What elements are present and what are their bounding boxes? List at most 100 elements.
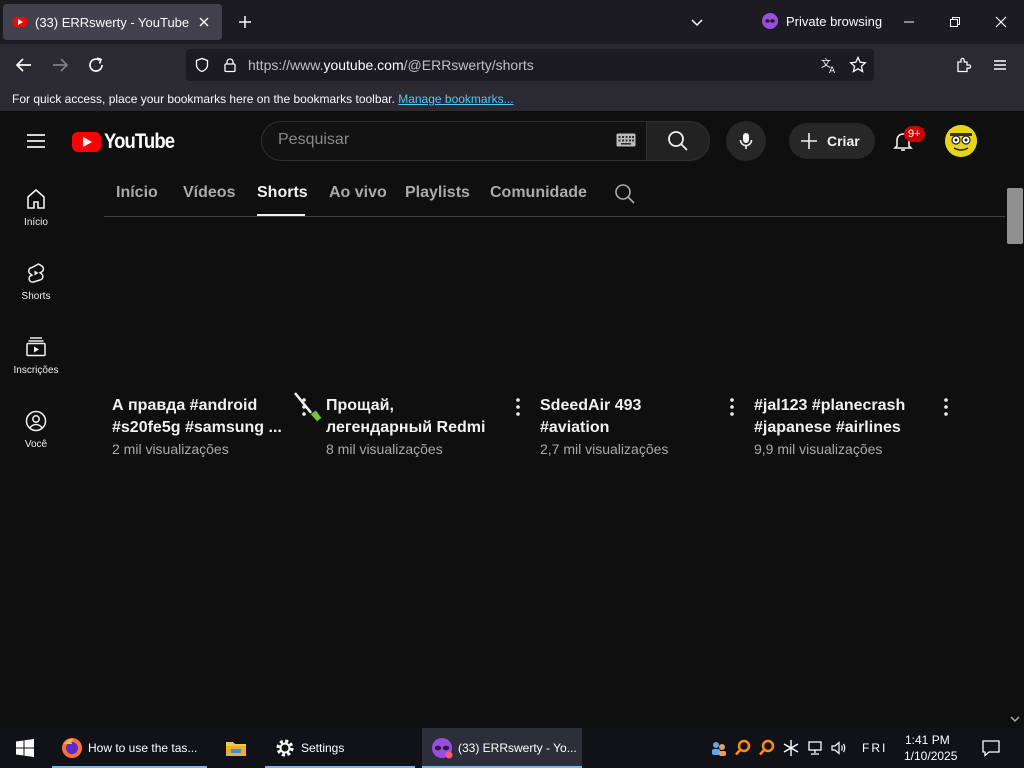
app-menu-button[interactable] [988, 53, 1012, 77]
search-input[interactable] [278, 131, 598, 149]
search-button[interactable] [646, 121, 710, 161]
close-icon [995, 16, 1007, 28]
manage-bookmarks-link[interactable]: Manage bookmarks... [398, 92, 513, 106]
channel-search-icon[interactable] [614, 183, 636, 205]
back-button[interactable] [12, 53, 36, 77]
short-title[interactable]: А правда #android #s20fe5g #samsung ... [112, 395, 282, 439]
short-item[interactable]: А правда #android #s20fe5g #samsung ... … [112, 395, 312, 457]
tab-home[interactable]: Início [116, 184, 158, 202]
browser-tab-strip: (33) ERRswerty - YouTube Private browsin… [0, 0, 1024, 44]
taskbar-item-file-explorer[interactable] [216, 728, 258, 768]
sidebar-item-label: Shorts [21, 291, 51, 302]
search-icon [668, 131, 688, 151]
taskbar-item-label: How to use the tas... [88, 741, 198, 755]
voice-search-button[interactable] [726, 121, 766, 161]
scrollbar-thumb[interactable] [1007, 188, 1023, 244]
sidebar-item-label: Você [24, 439, 48, 450]
sidebar-item-home[interactable]: Início [4, 169, 68, 243]
start-button[interactable] [8, 728, 34, 768]
volume-icon[interactable] [830, 739, 848, 757]
channel-tabs: Início Vídeos Shorts Ao vivo Playlists C… [104, 169, 1005, 217]
network-icon[interactable] [806, 739, 824, 757]
restore-icon [950, 17, 960, 27]
short-item[interactable]: SdeedAir 493 #aviation #simpleplanes ...… [540, 395, 740, 457]
search-orange-icon-2[interactable] [758, 739, 776, 757]
clock-time: 1:41 PM [905, 733, 950, 747]
input-language-indicator[interactable]: FRI [862, 741, 887, 755]
tab-shorts[interactable]: Shorts [257, 184, 308, 202]
short-title[interactable]: SdeedAir 493 #aviation #simpleplanes ... [540, 395, 710, 439]
more-actions-icon[interactable] [506, 395, 530, 419]
notification-center-icon[interactable] [981, 738, 1001, 758]
browser-tab-youtube[interactable]: (33) ERRswerty - YouTube [3, 4, 222, 40]
sidebar-item-subscriptions[interactable]: Inscrições [4, 317, 68, 391]
list-all-tabs-button[interactable] [685, 10, 709, 34]
taskbar-item-settings[interactable]: Settings [265, 728, 415, 768]
url-domain: youtube.com [323, 57, 404, 73]
sidebar-item-you[interactable]: Você [4, 391, 68, 465]
close-window-button[interactable] [989, 10, 1013, 34]
tab-playlists[interactable]: Playlists [405, 184, 470, 202]
short-views: 2,7 mil visualizações [540, 441, 669, 457]
tab-live[interactable]: Ao vivo [329, 184, 387, 202]
taskbar-clock[interactable]: 1:41 PM 1/10/2025 [904, 732, 957, 764]
short-title[interactable]: #jal123 #planecrash #japanese #airlines [754, 395, 924, 439]
puzzle-icon [957, 57, 972, 73]
sidebar-item-label: Inscrições [13, 365, 59, 376]
people-icon[interactable] [710, 739, 728, 757]
microphone-icon [739, 133, 753, 149]
settings-icon [276, 739, 294, 757]
taskbar-item-label: Settings [301, 741, 345, 755]
windows-logo-icon [16, 739, 34, 757]
page-scrollbar[interactable] [1005, 113, 1024, 728]
short-item[interactable]: #jal123 #planecrash #japanese #airlines … [754, 395, 954, 457]
sidebar-item-shorts[interactable]: Shorts [4, 243, 68, 317]
account-avatar[interactable] [945, 125, 977, 157]
home-icon [27, 188, 45, 209]
search-box[interactable] [261, 121, 647, 161]
reload-button[interactable] [84, 53, 108, 77]
restore-button[interactable] [943, 10, 967, 34]
tab-videos[interactable]: Vídeos [183, 184, 235, 202]
bluetooth-asterisk-icon[interactable] [782, 739, 800, 757]
create-button[interactable]: Criar [789, 123, 875, 159]
plus-icon [239, 16, 251, 28]
subscriptions-icon [26, 337, 46, 357]
guide-menu-icon[interactable] [24, 129, 48, 153]
new-tab-button[interactable] [233, 10, 257, 34]
url-text[interactable]: https://www.youtube.com/@ERRswerty/short… [248, 57, 534, 73]
short-item[interactable]: Прощай, легендарный Redmi Note 10S 8 mil… [326, 395, 526, 457]
keyboard-icon[interactable] [616, 133, 636, 147]
youtube-logo[interactable]: YouTube [72, 130, 184, 154]
taskbar-item-firefox-private[interactable]: (33) ERRswerty - Yo... [422, 728, 582, 768]
close-tab-icon[interactable] [196, 14, 212, 30]
more-actions-icon[interactable] [934, 395, 958, 419]
translate-icon[interactable]: 文A [820, 56, 838, 74]
more-actions-icon[interactable] [720, 395, 744, 419]
forward-button[interactable] [48, 53, 72, 77]
active-tab-indicator [257, 214, 305, 216]
lock-icon[interactable] [222, 57, 238, 73]
youtube-play-logo-icon [72, 132, 101, 152]
bookmark-star-icon[interactable] [849, 56, 867, 74]
address-bar[interactable]: https://www.youtube.com/@ERRswerty/short… [186, 49, 874, 81]
file-explorer-icon [226, 742, 246, 756]
bookmarks-hint: For quick access, place your bookmarks h… [12, 92, 395, 106]
firefox-private-icon [432, 738, 453, 759]
tracking-shield-icon[interactable] [194, 57, 210, 73]
reload-icon [89, 57, 103, 72]
firefox-icon [62, 738, 82, 758]
tab-community[interactable]: Comunidade [490, 184, 587, 202]
sidebar-item-label: Início [24, 217, 48, 228]
minimize-button[interactable] [897, 10, 921, 34]
youtube-wordmark: YouTube [104, 130, 175, 153]
arrow-left-icon [15, 58, 31, 72]
search-orange-icon[interactable] [734, 739, 752, 757]
extensions-button[interactable] [952, 53, 976, 77]
scroll-down-arrow-icon[interactable] [1009, 715, 1021, 723]
system-tray [710, 739, 854, 757]
taskbar-item-firefox[interactable]: How to use the tas... [52, 728, 207, 768]
avatar-image [945, 125, 977, 157]
short-title[interactable]: Прощай, легендарный Redmi Note 10S [326, 395, 496, 439]
url-path: /@ERRswerty/shorts [403, 57, 534, 73]
